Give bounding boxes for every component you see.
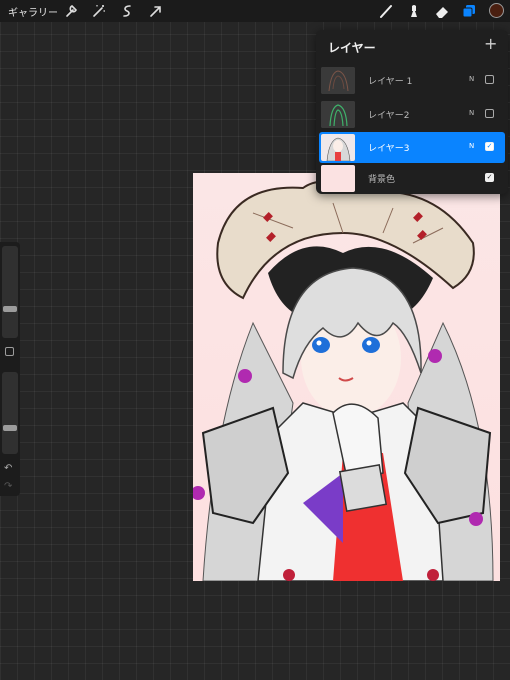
left-sidebar: ↶ ↷ bbox=[0, 242, 20, 496]
layer-row-2[interactable]: レイヤー2 N bbox=[319, 99, 505, 130]
brush-size-thumb[interactable] bbox=[3, 306, 17, 312]
character-illustration bbox=[193, 173, 500, 581]
layer-name: レイヤー2 bbox=[368, 111, 410, 121]
blend-mode[interactable]: N bbox=[469, 109, 474, 117]
smudge-icon[interactable] bbox=[406, 3, 422, 19]
visibility-checkbox[interactable] bbox=[485, 75, 494, 84]
layer-row-1[interactable]: レイヤー 1 N bbox=[319, 65, 505, 96]
modify-button[interactable] bbox=[5, 347, 14, 356]
brush-icon[interactable] bbox=[378, 3, 394, 19]
layer-thumbnail bbox=[321, 101, 355, 128]
layer-row-3[interactable]: レイヤー3 N ✓ bbox=[319, 132, 505, 163]
add-layer-icon[interactable]: + bbox=[484, 36, 497, 52]
transform-arrow-icon[interactable] bbox=[148, 3, 164, 19]
magic-wand-icon[interactable] bbox=[91, 3, 107, 19]
layer-thumbnail bbox=[321, 67, 355, 94]
brush-size-slider[interactable] bbox=[2, 246, 18, 338]
layers-panel: レイヤー + レイヤー 1 N レイヤー2 N レイヤー3 N ✓ 背景色 ✓ bbox=[316, 30, 508, 194]
background-color-swatch bbox=[321, 165, 355, 192]
visibility-checkbox[interactable] bbox=[485, 109, 494, 118]
layer-name: レイヤー3 bbox=[368, 144, 410, 154]
layers-icon[interactable] bbox=[461, 3, 477, 19]
opacity-slider[interactable] bbox=[2, 372, 18, 454]
gallery-button[interactable]: ギャラリー bbox=[8, 4, 58, 19]
visibility-checkbox[interactable]: ✓ bbox=[485, 173, 494, 182]
color-picker-button[interactable] bbox=[489, 3, 504, 18]
selection-icon[interactable] bbox=[119, 3, 135, 19]
undo-icon[interactable]: ↶ bbox=[4, 463, 12, 474]
top-toolbar: ギャラリー bbox=[0, 0, 510, 22]
layer-row-background[interactable]: 背景色 ✓ bbox=[319, 163, 505, 194]
blend-mode[interactable]: N bbox=[469, 142, 474, 150]
visibility-checkbox[interactable]: ✓ bbox=[485, 142, 494, 151]
layer-thumbnail bbox=[321, 134, 355, 161]
redo-icon[interactable]: ↷ bbox=[4, 481, 12, 492]
drawing-canvas[interactable] bbox=[193, 173, 500, 581]
layer-name: 背景色 bbox=[368, 175, 396, 185]
layer-name: レイヤー 1 bbox=[368, 77, 413, 87]
blend-mode[interactable]: N bbox=[469, 75, 474, 83]
layers-panel-title: レイヤー bbox=[328, 41, 376, 55]
wrench-icon[interactable] bbox=[63, 3, 79, 19]
eraser-icon[interactable] bbox=[434, 3, 450, 19]
opacity-thumb[interactable] bbox=[3, 425, 17, 431]
